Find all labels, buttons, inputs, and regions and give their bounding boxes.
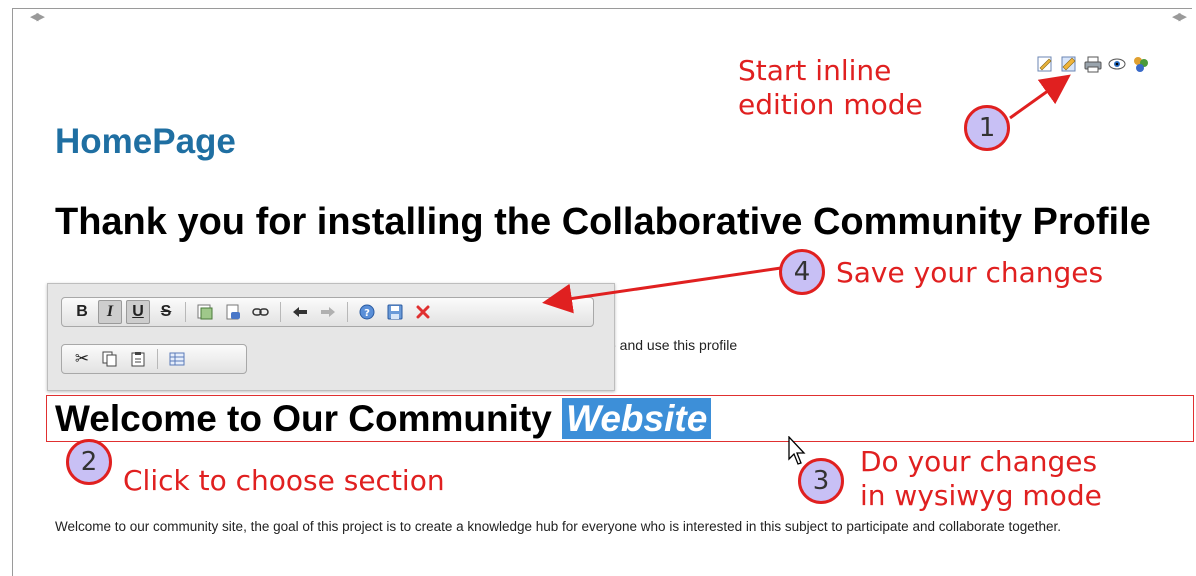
arrow-to-inline-edit [1009, 74, 1071, 120]
annotation-4-badge: 4 [779, 249, 825, 295]
annotation-1-label: Start inline edition mode [738, 54, 923, 121]
annotation-2-label: Click to choose section [123, 464, 445, 497]
annotation-3-label: Do your changes in wysiwyg mode [860, 445, 1102, 512]
annotation-1-badge: 1 [964, 105, 1010, 151]
annotation-2-badge: 2 [66, 439, 112, 485]
arrow-to-save [542, 266, 782, 314]
annotation-3-badge: 3 [798, 458, 844, 504]
annotation-4-label: Save your changes [836, 256, 1104, 289]
